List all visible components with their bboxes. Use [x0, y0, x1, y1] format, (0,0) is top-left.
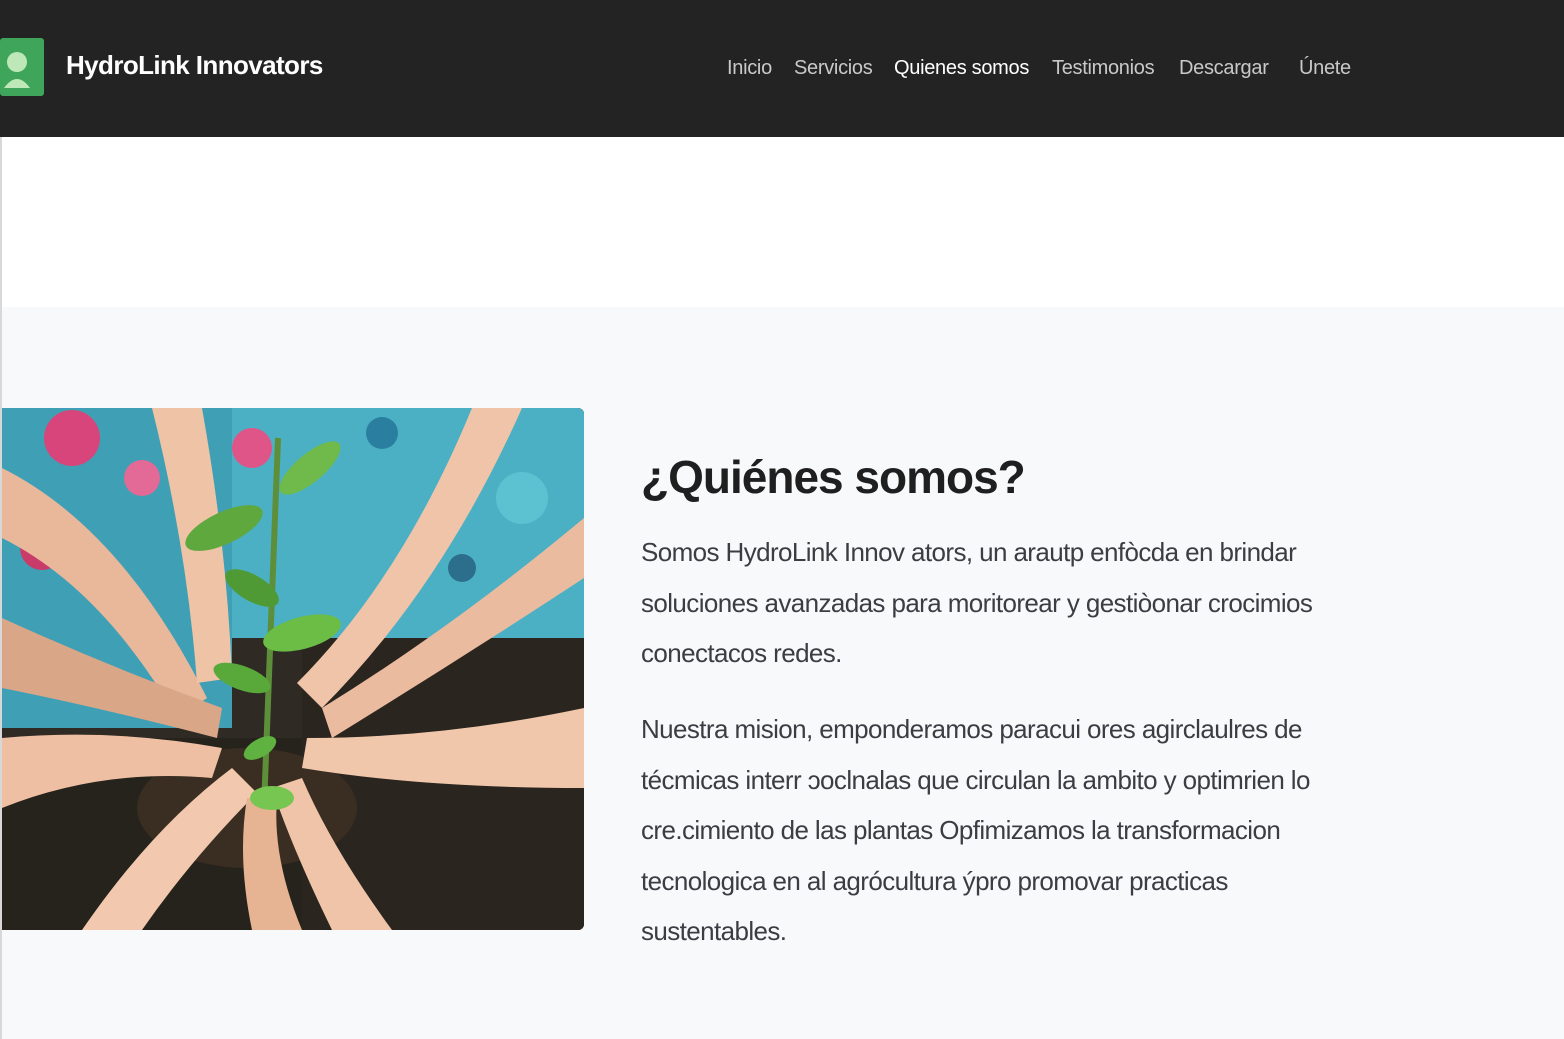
nav-link-quienes-somos[interactable]: Quienes somos [894, 57, 1029, 80]
nav-link-testimonios[interactable]: Testimonios [1052, 57, 1155, 80]
top-navbar: HydroLink Innovators Inicio Servicios Qu… [0, 0, 1564, 137]
person-icon[interactable] [0, 38, 44, 96]
nav-link-unete[interactable]: Únete [1299, 57, 1351, 80]
spacer-section [0, 137, 1564, 307]
about-title: ¿Quiénes somos? [641, 451, 1026, 503]
nav-link-descargar[interactable]: Descargar [1179, 57, 1269, 80]
hands-holding-plant-photo [2, 408, 584, 930]
nav-link-inicio[interactable]: Inicio [727, 57, 772, 80]
about-paragraph-2: Nuestra mision, emponderamos paracui ore… [641, 714, 1310, 946]
about-paragraph-1: Somos HydroLink Innov ators, un arautp e… [641, 537, 1313, 668]
about-section: ¿Quiénes somos? Somos HydroLink Innov at… [0, 307, 1564, 1039]
page: HydroLink Innovators Inicio Servicios Qu… [0, 0, 1564, 1039]
nav-link-servicios[interactable]: Servicios [794, 57, 873, 80]
brand-name[interactable]: HydroLink Innovators [66, 50, 323, 81]
